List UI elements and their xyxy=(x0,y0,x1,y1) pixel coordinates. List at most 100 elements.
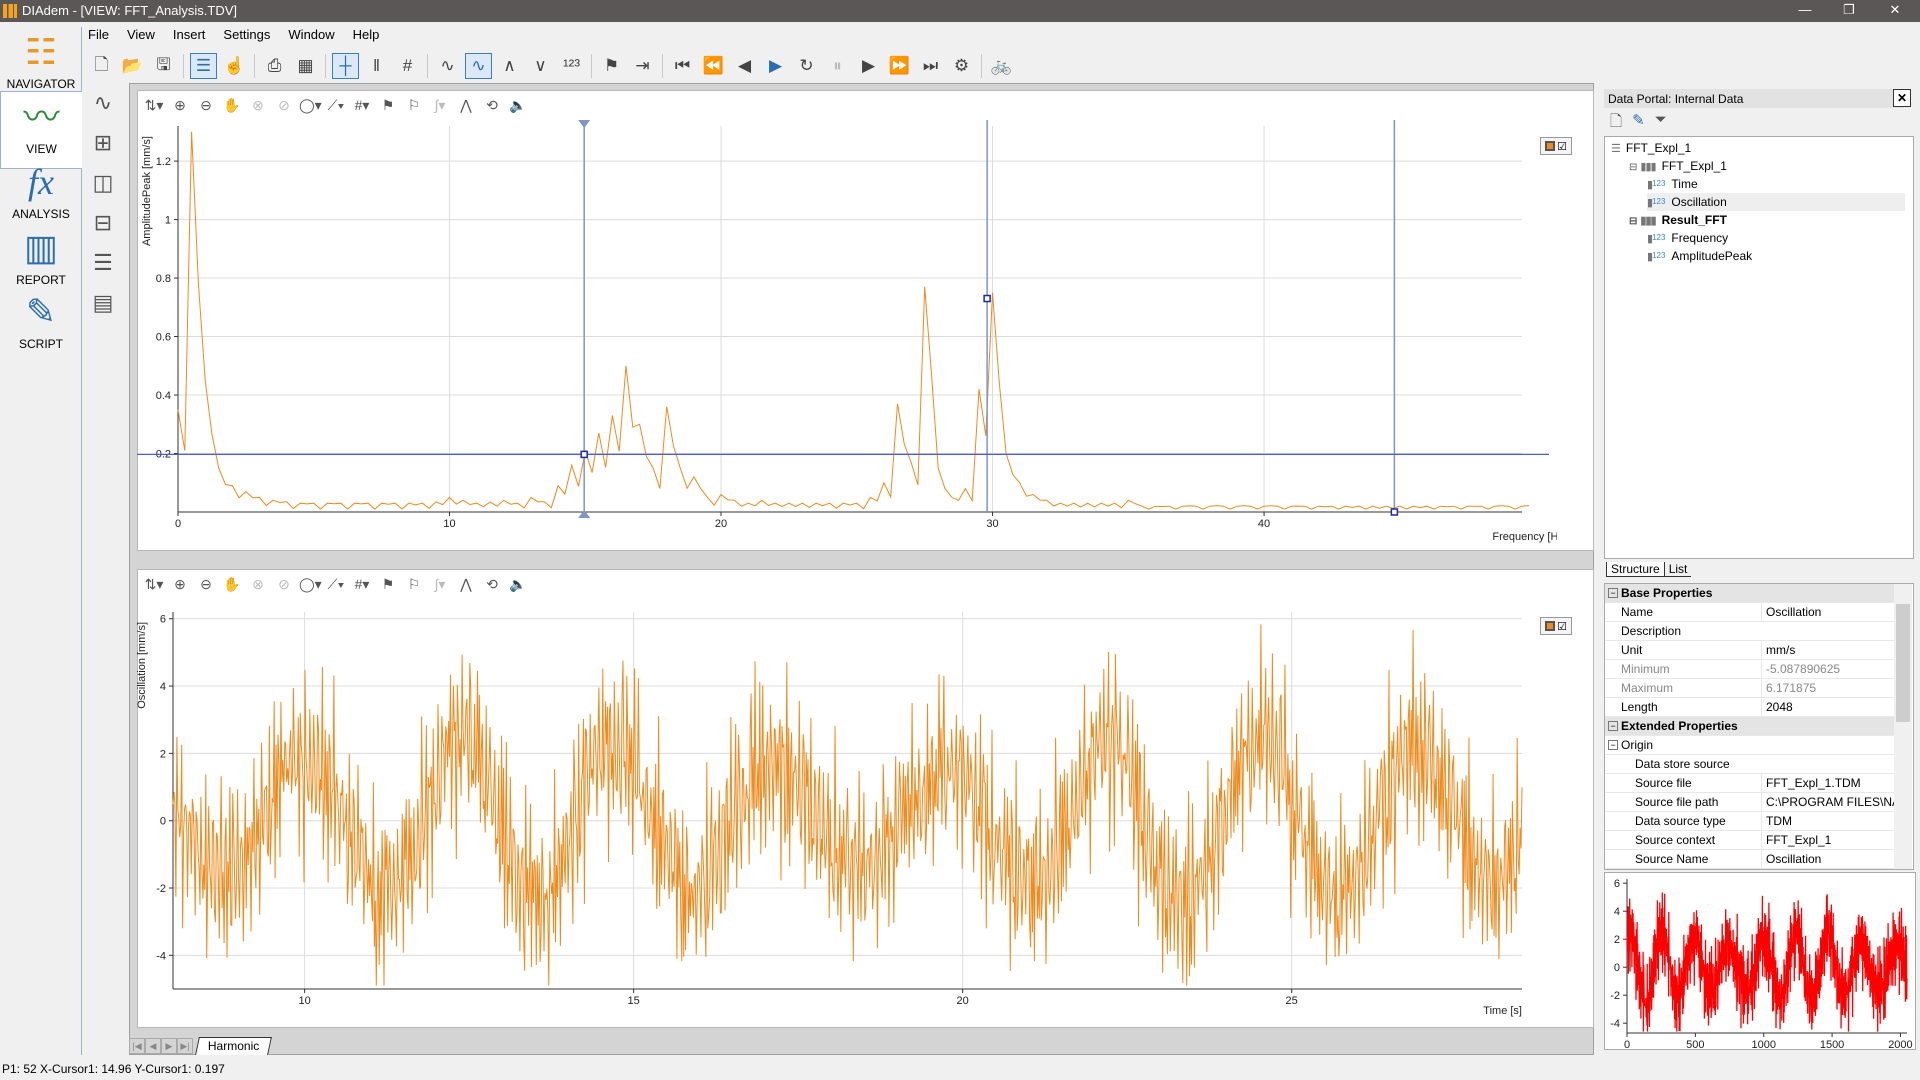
touch-button[interactable]: ☝ xyxy=(221,53,248,79)
property-row[interactable]: Unit mm/s xyxy=(1605,641,1895,660)
zoom-in-icon[interactable]: ⊕ xyxy=(169,97,191,114)
player-settings-button[interactable]: ⚙ xyxy=(948,53,975,79)
curve-style-icon[interactable]: ◯▾ xyxy=(299,576,322,593)
property-value[interactable]: 2048 xyxy=(1761,698,1895,717)
layout-vertical-icon[interactable]: ◫ xyxy=(88,168,118,198)
prev-sheet-button[interactable]: ◀ xyxy=(145,1038,161,1054)
calculator-button[interactable]: ▦ xyxy=(292,53,319,79)
spectrum-chart[interactable]: 0102030400.20.40.60.811.2Frequency [Hz]A… xyxy=(137,120,1557,550)
band-cursor-button[interactable]: ‖ xyxy=(363,53,390,79)
axis-icon[interactable]: ⟋▾ xyxy=(325,576,347,593)
sound-icon[interactable]: 🔈 xyxy=(507,576,529,593)
data-portal-button[interactable]: ☰ xyxy=(190,53,217,79)
tab-list[interactable]: List xyxy=(1664,562,1692,577)
property-group[interactable]: − Extended Properties xyxy=(1605,717,1895,736)
collapse-icon[interactable]: − xyxy=(1608,721,1618,731)
flag-delete-button[interactable]: ⚑ xyxy=(598,53,625,79)
cursor-handle-icon[interactable] xyxy=(578,120,591,128)
curve-points-icon[interactable]: ⋀ xyxy=(455,97,477,114)
layout-form-icon[interactable]: ▤ xyxy=(88,288,118,318)
print-button[interactable]: ⎙ xyxy=(261,53,288,79)
minimize-button[interactable]: — xyxy=(1790,2,1820,17)
sync-icon[interactable]: ⟲ xyxy=(481,97,503,114)
save-button[interactable]: 🖫 xyxy=(150,53,177,79)
crosshair-cursor-button[interactable]: ┼ xyxy=(332,53,359,79)
cursor-point-button[interactable]: ∿ xyxy=(434,53,461,79)
step-forward-button[interactable]: ▶ xyxy=(855,53,882,79)
layout-horizontal-icon[interactable]: ⊟ xyxy=(88,208,118,238)
valley-cursor-button[interactable]: ∨ xyxy=(527,53,554,79)
edit-icon[interactable]: ✎ xyxy=(1632,111,1645,136)
property-row[interactable]: Source context FFT_Expl_1 xyxy=(1605,831,1895,850)
curve-edit-icon[interactable]: ∫▾ xyxy=(429,97,451,114)
property-row[interactable]: Source file FFT_Expl_1.TDM xyxy=(1605,774,1895,793)
property-value[interactable]: Oscillation xyxy=(1761,850,1895,869)
sheet-tab-harmonic[interactable]: Harmonic xyxy=(195,1037,273,1055)
export-button[interactable]: ⇥ xyxy=(629,53,656,79)
flag-add-icon[interactable]: ⚑ xyxy=(377,97,399,114)
cursor-point-active-button[interactable]: ∿ xyxy=(465,53,492,79)
pause-button[interactable]: ⏸ xyxy=(824,53,851,79)
curve-line[interactable] xyxy=(172,624,1523,986)
tree-node-channel[interactable]: ▮123 Time xyxy=(1647,175,1698,193)
next-sheet-button[interactable]: ▶ xyxy=(161,1038,177,1054)
layout-list-icon[interactable]: ☰ xyxy=(88,248,118,278)
property-value[interactable]: 6.171875 xyxy=(1761,679,1895,698)
curve-style-icon[interactable]: ◯▾ xyxy=(299,97,322,114)
filter-icon[interactable]: ⏷ xyxy=(1655,111,1667,136)
last-button[interactable]: ⏭ xyxy=(917,53,944,79)
cursor-marker[interactable] xyxy=(983,294,991,303)
step-back-button[interactable]: ◀ xyxy=(731,53,758,79)
play-button[interactable]: ▶ xyxy=(762,53,789,79)
tree-node-channel[interactable]: ▮123 Frequency xyxy=(1647,229,1728,247)
curve-points-icon[interactable]: ⋀ xyxy=(455,576,477,593)
curve-edit-icon[interactable]: ∫▾ xyxy=(429,576,451,593)
fast-back-button[interactable]: ⏪ xyxy=(700,53,727,79)
value-display-button[interactable]: ¹²³ xyxy=(558,53,585,79)
curve-line[interactable] xyxy=(1626,892,1908,1032)
cursor-marker[interactable] xyxy=(580,450,588,459)
fast-forward-button[interactable]: ⏩ xyxy=(886,53,913,79)
flag-remove-icon[interactable]: ⚐ xyxy=(403,97,425,114)
axis-icon[interactable]: ⟋▾ xyxy=(325,97,347,114)
property-row[interactable]: Description xyxy=(1605,622,1895,641)
property-group[interactable]: − Base Properties xyxy=(1605,584,1895,603)
property-value[interactable]: -5.087890625 xyxy=(1761,660,1895,679)
property-row[interactable]: Minimum -5.087890625 xyxy=(1605,660,1895,679)
loop-button[interactable]: ↻ xyxy=(793,53,820,79)
zoom-back-icon[interactable]: ⊘ xyxy=(273,576,295,593)
property-value[interactable]: FFT_Expl_1 xyxy=(1761,831,1895,850)
menu-window[interactable]: Window xyxy=(288,27,334,45)
property-row[interactable]: Source file path C:\PROGRAM FILES\NA... xyxy=(1605,793,1895,812)
new-icon[interactable]: 🗋 xyxy=(1610,111,1622,136)
close-button[interactable]: ✕ xyxy=(1880,2,1910,18)
legend-toggle-spectrum[interactable]: ☑ xyxy=(1540,137,1572,155)
data-portal-close-button[interactable]: ✕ xyxy=(1893,89,1911,107)
menu-insert[interactable]: Insert xyxy=(173,27,206,45)
property-row[interactable]: Maximum 6.171875 xyxy=(1605,679,1895,698)
tree-node-channel[interactable]: ▮123 AmplitudePeak xyxy=(1647,247,1752,265)
bike-button[interactable]: 🚲 xyxy=(988,53,1015,79)
frame-cursor-button[interactable]: # xyxy=(394,53,421,79)
flag-remove-icon[interactable]: ⚐ xyxy=(403,576,425,593)
property-row[interactable]: Data store source xyxy=(1605,755,1895,774)
menu-view[interactable]: View xyxy=(127,27,155,45)
legend-toggle-time[interactable]: ☑ xyxy=(1540,617,1572,635)
sound-icon[interactable]: 🔈 xyxy=(507,97,529,114)
zoom-out-icon[interactable]: ⊖ xyxy=(195,97,217,114)
property-value[interactable]: FFT_Expl_1.TDM xyxy=(1761,774,1895,793)
menu-settings[interactable]: Settings xyxy=(223,27,270,45)
curve-line[interactable] xyxy=(177,131,1529,510)
properties-scroll-thumb[interactable] xyxy=(1896,604,1910,722)
tab-structure[interactable]: Structure xyxy=(1606,562,1665,577)
collapse-icon[interactable]: ⊟ xyxy=(1629,216,1637,227)
collapse-icon[interactable]: − xyxy=(1608,740,1618,750)
zoom-reset-icon[interactable]: ⊗ xyxy=(247,97,269,114)
flag-add-icon[interactable]: ⚑ xyxy=(377,576,399,593)
cursor-select-icon[interactable]: ⇅▾ xyxy=(143,97,165,114)
tree-node-channel[interactable]: ▮123 Oscillation xyxy=(1647,193,1905,211)
property-row[interactable]: Source Name Oscillation xyxy=(1605,850,1895,869)
cursor-handle-icon[interactable] xyxy=(578,510,591,518)
property-row[interactable]: Length 2048 xyxy=(1605,698,1895,717)
first-button[interactable]: ⏮ xyxy=(669,53,696,79)
